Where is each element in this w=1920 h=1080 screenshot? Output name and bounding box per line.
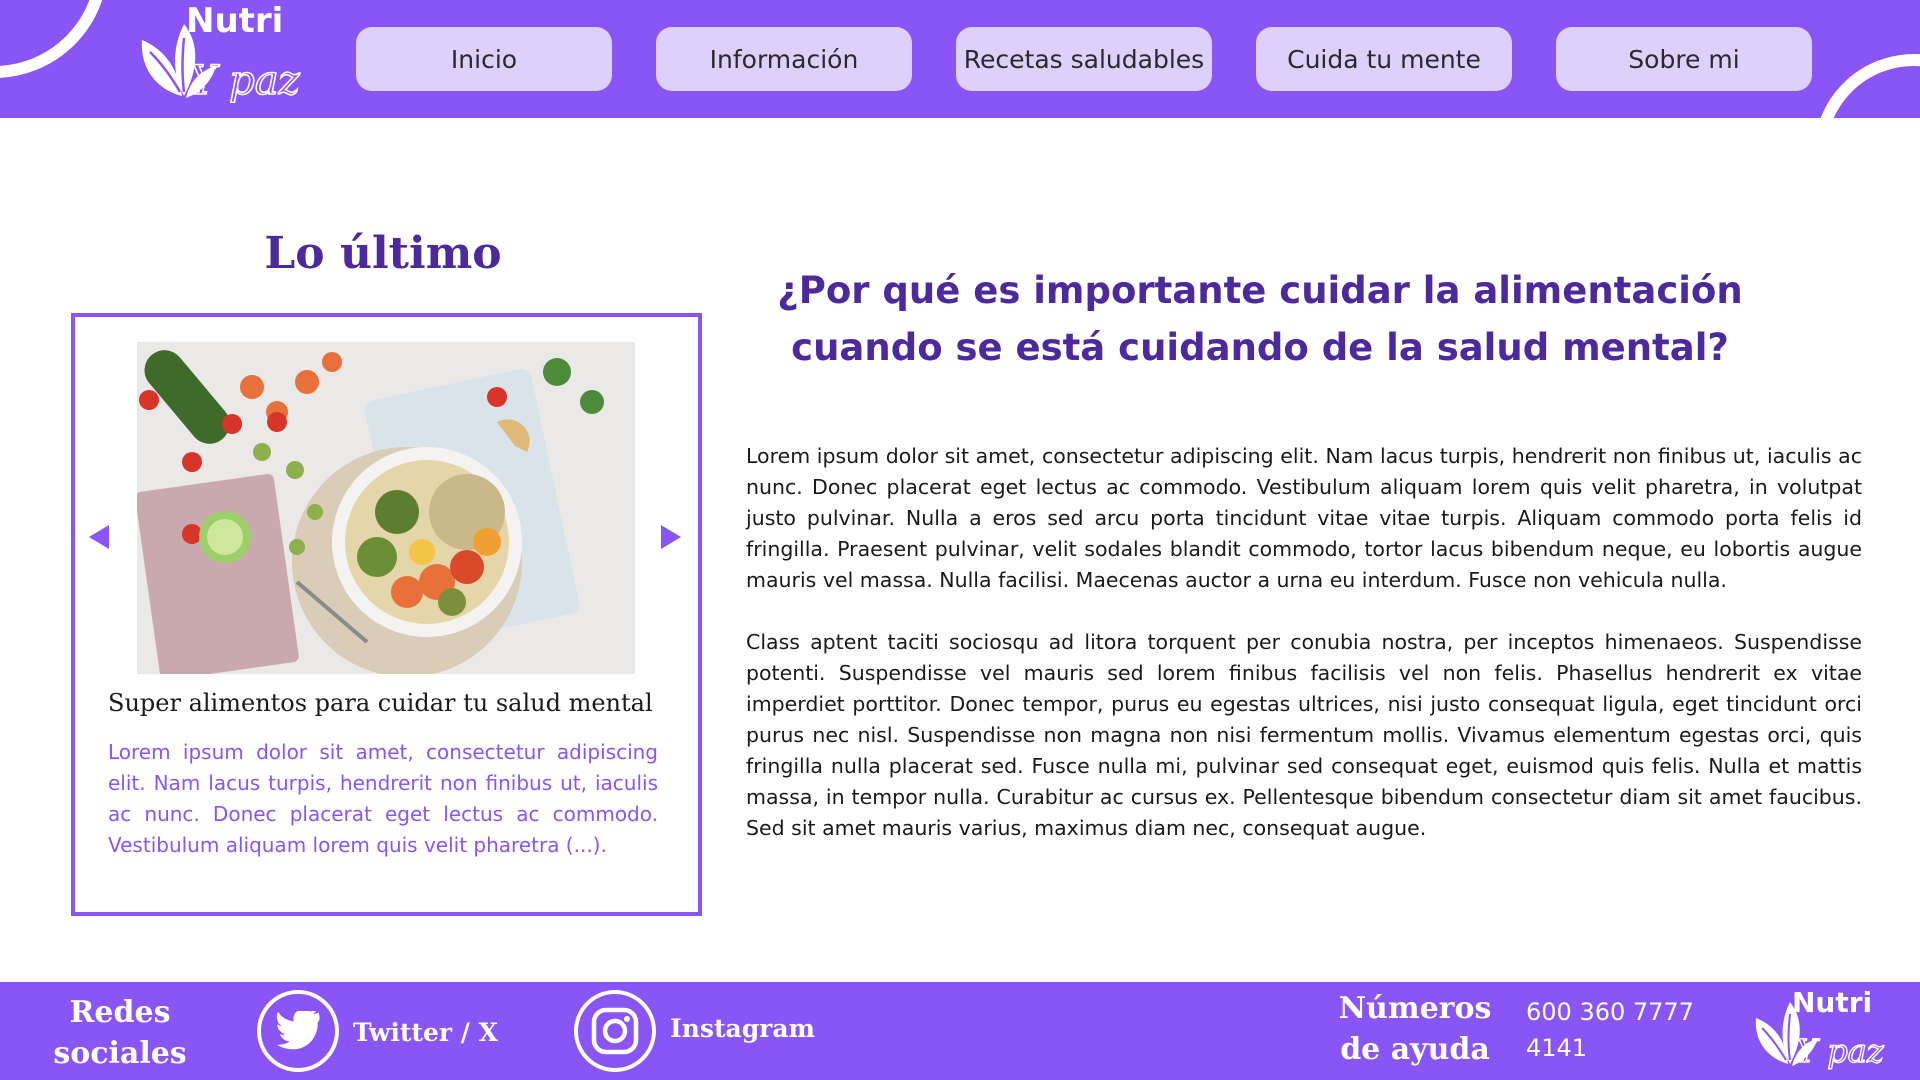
carousel-next-button[interactable] [655, 517, 685, 557]
help-phone-1[interactable]: 600 360 7777 [1526, 998, 1694, 1026]
twitter-button[interactable] [257, 990, 339, 1072]
svg-text:Y paz: Y paz [190, 58, 301, 104]
article-title: ¿Por qué es importante cuidar la aliment… [777, 269, 1743, 369]
svg-text:Y paz: Y paz [1796, 1032, 1885, 1070]
social-networks-title: Redes sociales [53, 995, 187, 1071]
twitter-link[interactable]: Twitter / X [353, 1018, 498, 1047]
chevron-right-icon [661, 525, 681, 549]
latest-heading: Lo último [264, 228, 502, 279]
twitter-icon [276, 1011, 320, 1050]
instagram-link[interactable]: Instagram [670, 1014, 815, 1043]
food-photo-illustration [137, 342, 635, 674]
card-excerpt: Lorem ipsum dolor sit amet, consectetur … [108, 740, 658, 857]
help-numbers-title: Números de ayuda [1338, 991, 1492, 1067]
leaf-logo-icon: Nutri Y paz [141, 1, 301, 105]
instagram-button[interactable] [574, 990, 656, 1072]
decorative-arc-left [0, 0, 108, 78]
card-title[interactable]: Super alimentos para cuidar tu salud men… [108, 689, 668, 717]
site-logo[interactable]: Nutri Y paz [138, 0, 318, 118]
instagram-icon [591, 1007, 639, 1055]
footer: Redes sociales Twitter / X Instagram Núm… [0, 982, 1920, 1080]
footer-logo[interactable]: Nutri Y paz [1752, 982, 1902, 1080]
latest-card-carousel: Super alimentos para cuidar tu salud men… [71, 313, 702, 916]
header: Nutri Y paz Inicio Información Recetas s… [0, 0, 1920, 118]
svg-text:Nutri: Nutri [1792, 986, 1872, 1019]
leaf-logo-icon: Nutri Y paz [1755, 986, 1886, 1071]
nav-informacion[interactable]: Información [656, 27, 912, 91]
help-phone-2[interactable]: 4141 [1526, 1034, 1587, 1062]
svg-text:Nutri: Nutri [186, 1, 283, 41]
nav-recetas-saludables[interactable]: Recetas saludables [956, 27, 1212, 91]
nav-inicio[interactable]: Inicio [356, 27, 612, 91]
article-paragraph-2: Class aptent taciti sociosqu ad litora t… [746, 630, 1862, 840]
carousel-prev-button[interactable] [85, 517, 115, 557]
chevron-left-icon [89, 525, 109, 549]
food-bowl-image[interactable] [137, 342, 635, 674]
nav-sobre-mi[interactable]: Sobre mi [1556, 27, 1812, 91]
nav-cuida-tu-mente[interactable]: Cuida tu mente [1256, 27, 1512, 91]
decorative-arc-right [1814, 54, 1920, 118]
article-paragraph-1: Lorem ipsum dolor sit amet, consectetur … [746, 444, 1862, 592]
page: Nutri Y paz Inicio Información Recetas s… [0, 0, 1920, 1080]
